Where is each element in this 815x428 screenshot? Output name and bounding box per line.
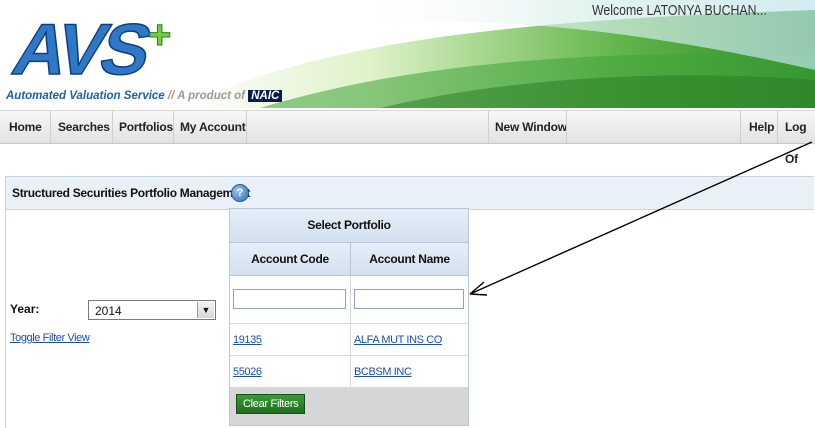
account-name-link[interactable]: BCBSM INC	[354, 366, 412, 378]
svg-text:+: +	[148, 13, 171, 57]
panel-header: Structured Securities Portfolio Manageme…	[6, 176, 814, 210]
nav-home[interactable]: Home	[9, 111, 42, 143]
tagline-product: A product of	[177, 90, 245, 102]
nav-my-account[interactable]: My Account	[180, 111, 246, 143]
tagline-service: Automated Valuation Service	[6, 90, 165, 102]
nav-divider	[112, 111, 113, 143]
table-row: 55026	[230, 356, 351, 388]
nav-new-window[interactable]: New Window	[495, 111, 567, 143]
toggle-filter-view-link[interactable]: Toggle Filter View	[10, 332, 90, 344]
nav-divider	[173, 111, 174, 143]
nav-divider	[50, 111, 51, 143]
table-row: ALFA MUT INS CO	[351, 324, 468, 356]
svg-text:AVS: AVS	[6, 10, 157, 86]
table-row: BCBSM INC	[351, 356, 468, 388]
portfolio-table: Select Portfolio Account Code Account Na…	[229, 208, 469, 426]
panel-title: Structured Securities Portfolio Manageme…	[12, 186, 250, 200]
account-code-link[interactable]: 55026	[233, 366, 262, 378]
nav-divider	[777, 111, 778, 143]
nav-portfolios[interactable]: Portfolios	[119, 111, 173, 143]
account-name-filter-input[interactable]	[354, 289, 464, 309]
nav-divider	[488, 111, 489, 143]
year-select-value: 2014	[95, 304, 122, 318]
table-caption: Select Portfolio	[307, 218, 391, 232]
account-code-filter-input[interactable]	[233, 289, 346, 309]
year-select[interactable]: 2014 ▼	[88, 300, 216, 320]
table-caption-row: Select Portfolio	[230, 209, 468, 243]
nav-searches[interactable]: Searches	[58, 111, 110, 143]
nav-divider	[246, 111, 247, 143]
app-header: AVS + Welcome LATONYA BUCHAN... Automate…	[0, 0, 815, 108]
nav-help[interactable]: Help	[749, 111, 774, 143]
nav-divider	[740, 111, 741, 143]
clear-filters-button[interactable]: Clear Filters	[236, 394, 306, 414]
help-icon[interactable]: ?	[231, 184, 249, 202]
tagline-separator: //	[167, 90, 175, 102]
naic-logo: NAIC	[248, 90, 283, 102]
column-header-account-code[interactable]: Account Code	[230, 252, 350, 266]
table-row: 19135	[230, 324, 351, 356]
tagline: Automated Valuation Service // A product…	[6, 90, 283, 102]
nav-log-off[interactable]: Log Of	[785, 111, 815, 166]
welcome-message: Welcome LATONYA BUCHAN...	[592, 2, 767, 19]
table-footer: Clear Filters	[230, 388, 468, 425]
column-header-account-name[interactable]: Account Name	[351, 252, 468, 266]
chevron-down-icon[interactable]: ▼	[197, 302, 214, 318]
filter-cell-name	[351, 276, 468, 324]
nav-divider	[566, 111, 567, 143]
avs-logo: AVS +	[6, 9, 172, 86]
panel-title-text: Structured Securities Portfolio Manageme…	[12, 186, 251, 200]
main-nav: Home Searches Portfolios My Account New …	[0, 110, 815, 166]
filter-cell-code	[230, 276, 351, 324]
year-label: Year:	[10, 302, 40, 316]
account-code-link[interactable]: 19135	[233, 334, 262, 346]
account-name-link[interactable]: ALFA MUT INS CO	[354, 334, 442, 346]
table-header-row: Account Code Account Name	[230, 243, 468, 276]
